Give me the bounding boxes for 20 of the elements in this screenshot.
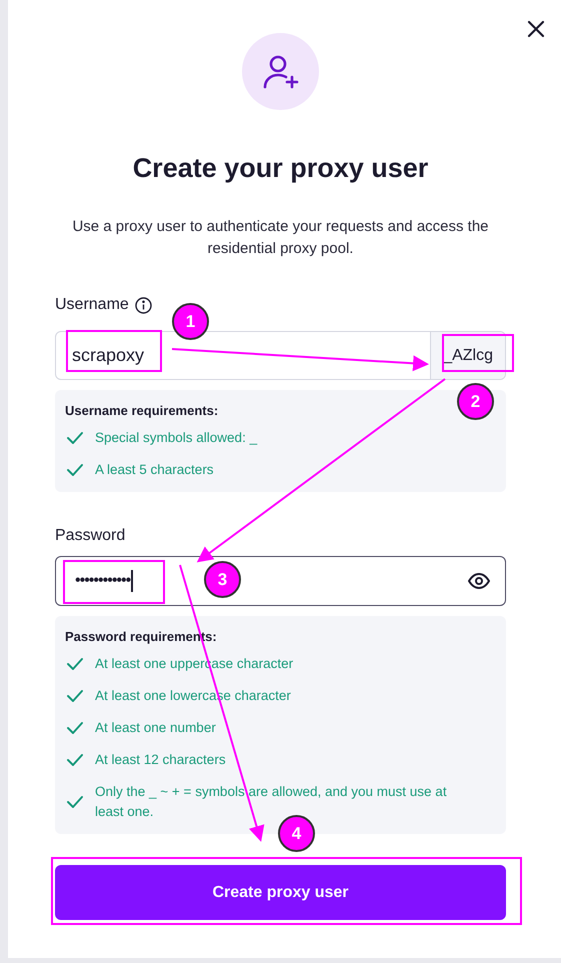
info-icon[interactable] <box>134 296 152 314</box>
highlight-box <box>442 334 514 372</box>
requirement-text: At least 12 characters <box>95 751 227 769</box>
requirement-text: A least 5 characters <box>95 461 215 479</box>
close-button[interactable] <box>525 18 547 40</box>
username-suffix: _AZlcg <box>430 332 505 379</box>
username-label: Username <box>55 295 129 315</box>
create-proxy-user-button[interactable]: Create proxy user <box>55 865 506 920</box>
username-value: scrapoxy <box>72 344 144 367</box>
requirement-text: Special symbols allowed: _ <box>95 429 258 447</box>
username-field[interactable]: scrapoxy _AZlcg <box>55 331 506 380</box>
password-value: •••••••••••• <box>75 571 130 591</box>
add-user-icon <box>262 52 300 90</box>
dialog-description: Use a proxy user to authenticate your requests and access the residential proxy pool. <box>71 217 490 259</box>
close-icon <box>527 20 545 38</box>
requirement-text: At least one number <box>95 719 217 737</box>
dialog-title: Create your proxy user <box>132 152 430 185</box>
eye-icon[interactable] <box>468 573 490 589</box>
requirements-title: Username requirements: <box>65 402 220 420</box>
password-label: Password <box>55 526 126 546</box>
